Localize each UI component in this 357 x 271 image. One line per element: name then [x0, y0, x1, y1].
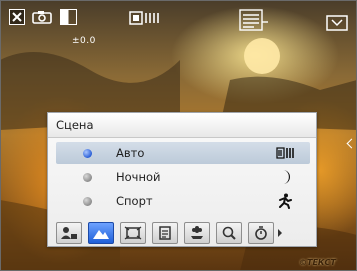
radio-unselected-icon — [83, 196, 92, 206]
scene-option-label: Ночной — [116, 170, 161, 184]
shot-count-icon[interactable] — [236, 8, 270, 36]
scene-option-auto[interactable]: Авто — [56, 142, 310, 164]
radio-selected-icon — [83, 148, 92, 158]
watermark: ©ТЕКСТ — [299, 258, 336, 267]
timer-icon — [255, 226, 267, 240]
resolution-icon[interactable] — [128, 10, 172, 26]
scene-landscape-icon — [93, 230, 109, 239]
timer-button[interactable] — [248, 222, 274, 244]
status-bar: ±0.0 — [0, 0, 357, 46]
camera-icon[interactable] — [32, 10, 52, 24]
scene-option-sport[interactable]: Спорт — [56, 190, 310, 212]
radio-unselected-icon — [83, 172, 92, 182]
quality-icon[interactable] — [323, 12, 351, 34]
zoom-button[interactable] — [216, 222, 242, 244]
zoom-icon — [222, 226, 236, 240]
scene-flower-icon — [191, 226, 203, 239]
exposure-value: ±0.0 — [72, 36, 96, 46]
scene-portrait-icon — [61, 227, 77, 239]
scene-document-icon — [159, 226, 171, 240]
toolbar-next-arrow-icon[interactable] — [278, 229, 282, 237]
white-balance-icon[interactable] — [60, 9, 77, 25]
scene-option-label: Спорт — [116, 194, 153, 208]
sport-runner-icon — [272, 193, 298, 209]
scene-night-portrait-icon — [124, 226, 142, 240]
close-icon[interactable] — [9, 9, 25, 25]
scene-portrait-button[interactable] — [56, 222, 82, 244]
scene-flower-button[interactable] — [184, 222, 210, 244]
menu-title: Сцена — [48, 113, 316, 138]
auto-scene-icon — [272, 145, 298, 161]
scene-toolbar — [56, 220, 312, 246]
scene-night-portrait-button[interactable] — [120, 222, 146, 244]
scene-option-night[interactable]: Ночной — [56, 166, 310, 188]
scene-landscape-button[interactable] — [88, 222, 114, 244]
scene-option-label: Авто — [116, 146, 145, 160]
moon-icon — [272, 169, 298, 185]
camera-viewfinder: ±0.0 Сцена Авто Ночной Спорт ©ТЕКСТ — [0, 0, 357, 271]
scene-document-button[interactable] — [152, 222, 178, 244]
